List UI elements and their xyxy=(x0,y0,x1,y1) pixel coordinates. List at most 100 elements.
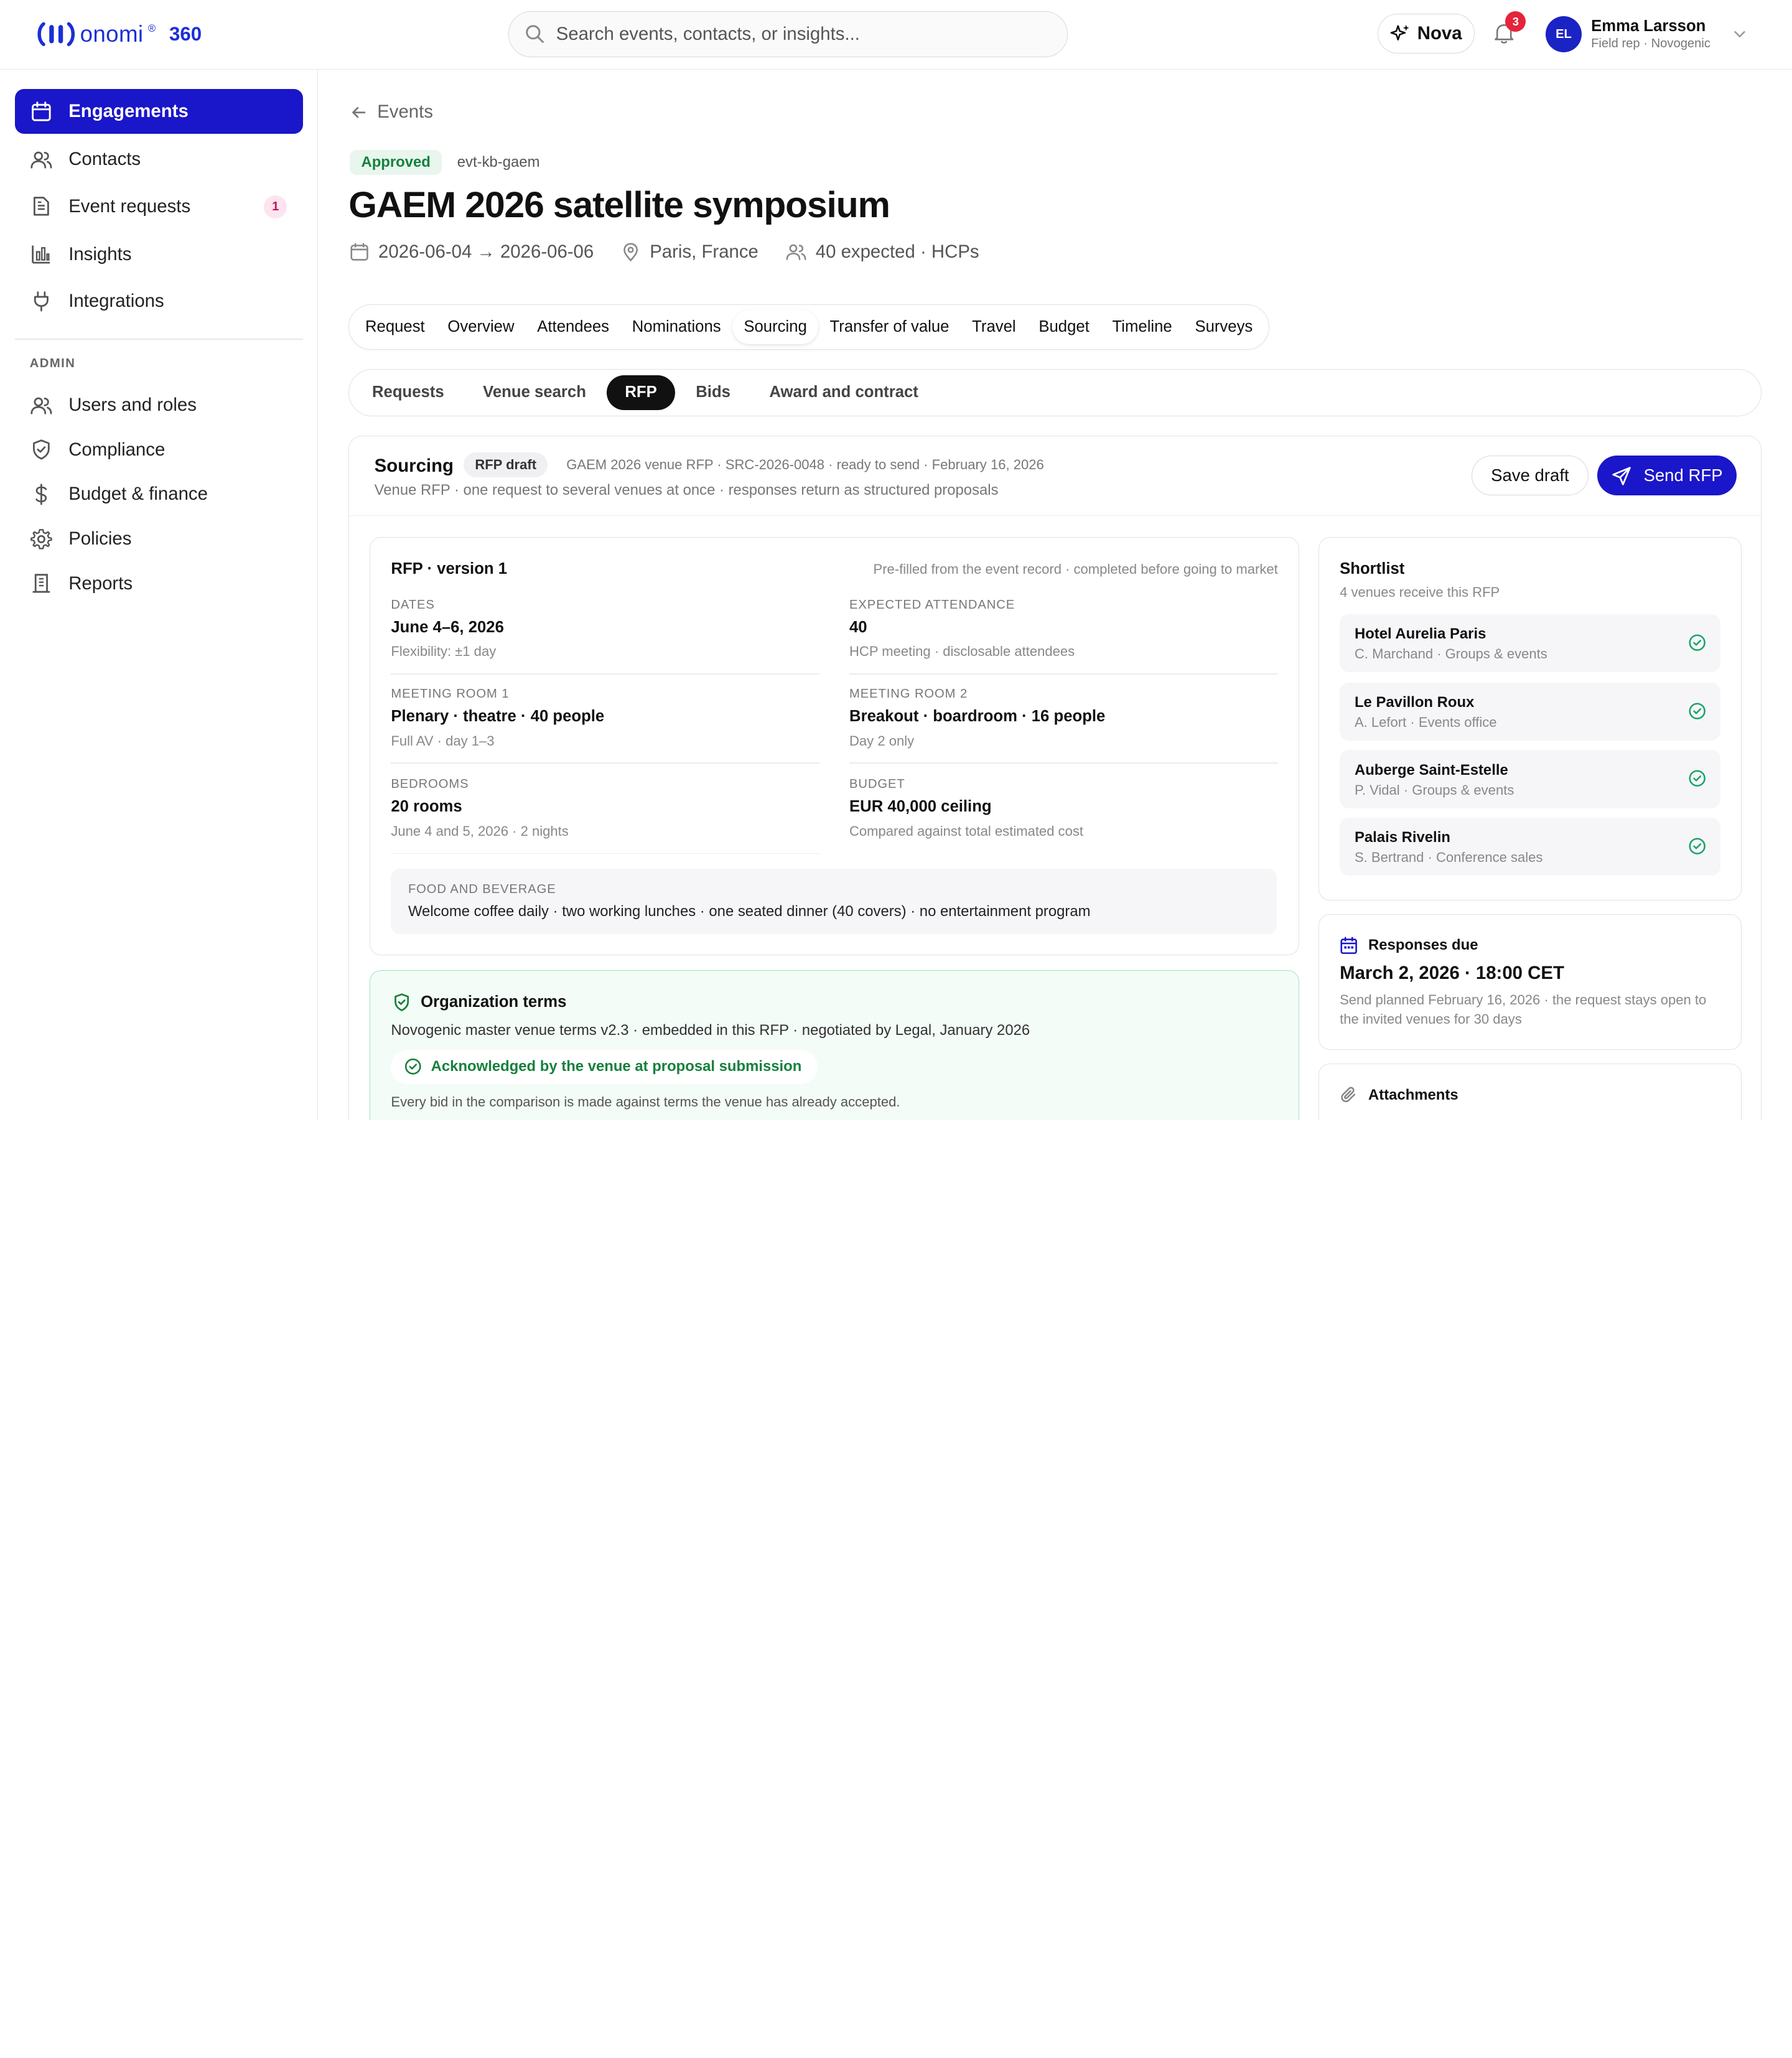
sidebar-item-label: Event requests xyxy=(68,195,191,217)
nova-label: Nova xyxy=(1417,23,1462,44)
sidebar-item-compliance[interactable]: Compliance xyxy=(15,428,303,472)
shortlist-venue[interactable]: Auberge Saint-Estelle P. Vidal · Groups … xyxy=(1340,750,1720,808)
event-tabs: Request Overview Attendees Nominations S… xyxy=(348,304,1269,350)
venue-name: Hotel Aurelia Paris xyxy=(1354,625,1486,642)
paperclip-icon xyxy=(1341,1087,1356,1103)
sidebar-item-label: Budget & finance xyxy=(68,484,208,505)
field-divider xyxy=(849,673,1278,675)
field-label: BEDROOMS xyxy=(391,777,469,792)
field-divider xyxy=(391,853,820,854)
meta-attendance-text: 40 expected · HCPs xyxy=(815,241,979,262)
tab-surveys[interactable]: Surveys xyxy=(1183,310,1264,344)
arrow-left-icon xyxy=(352,106,366,118)
sidebar-item-label: Policies xyxy=(68,528,132,550)
logo[interactable]: onomi ® 360 xyxy=(37,18,202,50)
tab-sourcing[interactable]: Sourcing xyxy=(732,309,819,344)
sidebar-item-users-and-roles[interactable]: Users and roles xyxy=(15,383,303,428)
sidebar-item-policies[interactable]: Policies xyxy=(15,517,303,561)
send-rfp-button[interactable]: Send RFP xyxy=(1597,456,1737,496)
shortlist-venue[interactable]: Le Pavillon Roux A. Lefort · Events offi… xyxy=(1340,682,1720,741)
users-icon xyxy=(786,244,806,260)
tab-overview[interactable]: Overview xyxy=(436,310,526,344)
field-label: MEETING ROOM 1 xyxy=(391,687,510,701)
event-meta: 2026-06-04 → 2026-06-06 Paris, France 40… xyxy=(350,241,979,263)
sidebar-item-contacts[interactable]: Contacts xyxy=(15,137,303,182)
food-and-beverage: FOOD AND BEVERAGE Welcome coffee daily ·… xyxy=(391,869,1277,934)
field-divider xyxy=(391,762,820,764)
rfp-draft-badge: RFP draft xyxy=(463,452,548,477)
calendar-icon xyxy=(350,243,368,261)
meta-location: Paris, France xyxy=(621,241,758,263)
calendar-icon xyxy=(31,101,51,121)
subtab-venue-search[interactable]: Venue search xyxy=(465,375,605,411)
responses-due-value: March 2, 2026 · 18:00 CET xyxy=(1340,962,1564,983)
sidebar-item-event-requests[interactable]: Event requests 1 xyxy=(15,184,303,229)
nova-button[interactable]: Nova xyxy=(1377,14,1475,54)
shortlist-venue[interactable]: Palais Rivelin S. Bertrand · Conference … xyxy=(1340,817,1720,876)
status-badge: Approved xyxy=(350,149,442,175)
subtab-bids[interactable]: Bids xyxy=(678,375,749,411)
field-sub: June 4 and 5, 2026 · 2 nights xyxy=(391,823,569,839)
sidebar-item-insights[interactable]: Insights xyxy=(15,232,303,277)
field-sub: HCP meeting · disclosable attendees xyxy=(849,643,1075,660)
shield-check-icon xyxy=(394,993,409,1011)
check-circle-icon xyxy=(1689,838,1706,854)
field-sub: Full AV · day 1–3 xyxy=(391,732,495,749)
tab-attendees[interactable]: Attendees xyxy=(526,310,620,344)
rfp-title: RFP · version 1 xyxy=(391,560,508,578)
sparkle-icon xyxy=(1390,24,1409,40)
shortlist-venue[interactable]: Hotel Aurelia Paris C. Marchand · Groups… xyxy=(1340,614,1720,673)
registered-mark: ® xyxy=(147,22,156,34)
search-bar[interactable] xyxy=(508,11,1068,57)
check-circle-icon xyxy=(1689,703,1706,719)
rfp-panel: RFP · version 1 Pre-filled from the even… xyxy=(370,536,1299,955)
gear-icon xyxy=(30,528,52,550)
tab-timeline[interactable]: Timeline xyxy=(1101,310,1183,344)
field-value: 40 xyxy=(849,618,867,636)
admin-heading: ADMIN xyxy=(29,357,76,371)
meta-dates-text: 2026-06-04 → 2026-06-06 xyxy=(378,241,594,262)
responses-due-title: Responses due xyxy=(1368,937,1478,954)
tab-transfer-of-value[interactable]: Transfer of value xyxy=(818,310,961,344)
subtab-rfp[interactable]: RFP xyxy=(606,375,676,411)
back-link[interactable]: Events xyxy=(350,101,433,123)
building-icon xyxy=(32,574,50,593)
field-label: BUDGET xyxy=(849,777,905,792)
tab-budget[interactable]: Budget xyxy=(1027,310,1101,344)
user-role: Field rep · Novogenic xyxy=(1591,36,1710,50)
sourcing-title: Sourcing xyxy=(374,456,454,477)
rfp-note: Pre-filled from the event record · compl… xyxy=(873,561,1278,578)
tab-nominations[interactable]: Nominations xyxy=(620,310,732,344)
save-draft-button[interactable]: Save draft xyxy=(1472,456,1589,496)
user-name[interactable]: Emma Larsson xyxy=(1591,17,1706,35)
field-divider xyxy=(391,673,820,675)
field-sub: Compared against total estimated cost xyxy=(849,823,1083,839)
venue-contact: P. Vidal · Groups & events xyxy=(1354,782,1514,798)
app-root: onomi ® 360 Nova 3 EL Emma Larsson Field… xyxy=(0,0,1792,1121)
chevron-down-icon[interactable] xyxy=(1733,27,1747,41)
avatar[interactable]: EL xyxy=(1545,16,1582,53)
sidebar-item-engagements[interactable]: Engagements xyxy=(14,89,303,134)
terms-acknowledgement: Acknowledged by the venue at proposal su… xyxy=(391,1049,818,1084)
save-draft-label: Save draft xyxy=(1491,465,1569,485)
attachments-panel: Attachments xyxy=(1318,1064,1742,1121)
subtab-requests[interactable]: Requests xyxy=(354,375,462,411)
sidebar-item-label: Engagements xyxy=(68,101,189,122)
calendar-icon xyxy=(1340,937,1358,954)
tab-travel[interactable]: Travel xyxy=(961,310,1027,344)
sourcing-reference: GAEM 2026 venue RFP · SRC-2026-0048 · re… xyxy=(566,456,1044,472)
venue-contact: A. Lefort · Events office xyxy=(1354,714,1497,731)
search-input[interactable] xyxy=(556,24,1037,45)
sidebar-item-integrations[interactable]: Integrations xyxy=(15,279,303,324)
field-sub: Flexibility: ±1 day xyxy=(391,643,497,660)
sidebar-item-budget-finance[interactable]: Budget & finance xyxy=(15,472,303,517)
sourcing-header: Sourcing RFP draft GAEM 2026 venue RFP ·… xyxy=(349,436,1762,517)
sidebar-item-label: Contacts xyxy=(68,149,141,170)
field-divider xyxy=(849,762,1278,764)
subtab-award-and-contract[interactable]: Award and contract xyxy=(751,375,936,411)
tab-request[interactable]: Request xyxy=(354,310,436,344)
sourcing-card: Sourcing RFP draft GAEM 2026 venue RFP ·… xyxy=(348,435,1762,1121)
plug-icon xyxy=(34,291,49,312)
sidebar-item-reports[interactable]: Reports xyxy=(15,561,303,606)
map-pin-icon xyxy=(623,243,638,262)
